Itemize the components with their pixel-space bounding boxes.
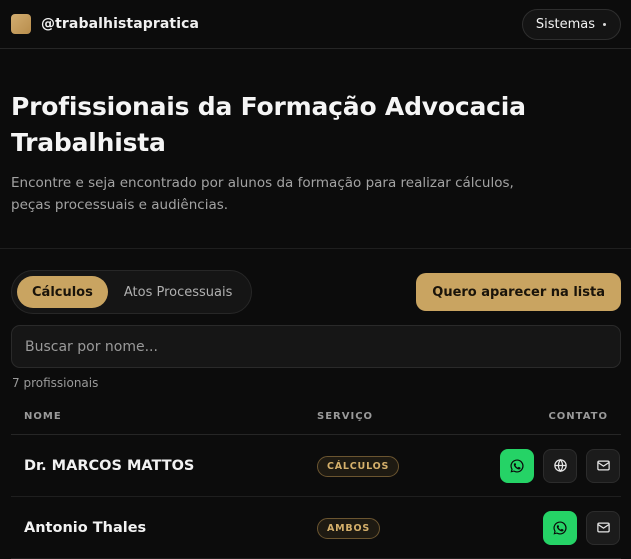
- page-title: Profissionais da Formação Advocacia Trab…: [11, 92, 526, 157]
- mail-icon: [596, 522, 610, 533]
- email-button[interactable]: [586, 448, 620, 483]
- join-list-button[interactable]: Quero aparecer na lista: [416, 273, 621, 311]
- brand-handle: @trabalhistapratica: [41, 16, 200, 32]
- dot-icon: [603, 22, 606, 26]
- results-count: 7 profissionais: [12, 376, 99, 390]
- systems-label: Sistemas: [535, 16, 595, 32]
- professional-name: Antonio Thales: [24, 519, 147, 536]
- table-row: Dr. MARCOS MATTOS CÁLCULOS: [11, 435, 621, 497]
- email-button[interactable]: [586, 510, 620, 545]
- search-input[interactable]: [11, 325, 621, 368]
- column-header-contact: CONTATO: [548, 411, 608, 422]
- mail-icon: [596, 460, 610, 471]
- professionals-table: NOME SERVIÇO CONTATO Dr. MARCOS MATTOS C…: [11, 399, 621, 559]
- column-header-name: NOME: [24, 411, 62, 422]
- systems-menu-button[interactable]: Sistemas: [521, 8, 621, 40]
- whatsapp-button[interactable]: [543, 510, 577, 545]
- column-header-service: SERVIÇO: [317, 411, 374, 422]
- whatsapp-icon: [510, 458, 524, 473]
- table-row: Antonio Thales AMBOS: [11, 497, 621, 559]
- globe-icon: [553, 458, 567, 473]
- tab-calculos[interactable]: Cálculos: [17, 276, 108, 308]
- page-subtitle: Encontre e seja encontrado por alunos da…: [11, 175, 514, 213]
- logo-icon: [11, 14, 31, 34]
- contact-actions: [491, 510, 621, 545]
- hero-section: Profissionais da Formação Advocacia Trab…: [0, 49, 631, 249]
- website-button[interactable]: [543, 448, 577, 483]
- whatsapp-icon: [553, 520, 567, 535]
- controls-bar: Cálculos Atos Processuais Quero aparecer…: [11, 270, 621, 314]
- whatsapp-button[interactable]: [500, 448, 534, 483]
- service-badge: CÁLCULOS: [317, 456, 400, 477]
- contact-actions: [491, 448, 621, 483]
- brand[interactable]: @trabalhistapratica: [11, 14, 199, 34]
- table-header: NOME SERVIÇO CONTATO: [11, 399, 621, 435]
- tab-atos-processuais[interactable]: Atos Processuais: [110, 276, 247, 308]
- service-tabs: Cálculos Atos Processuais: [11, 270, 253, 314]
- top-bar: @trabalhistapratica Sistemas: [0, 0, 631, 49]
- service-badge: AMBOS: [317, 518, 380, 539]
- professional-name: Dr. MARCOS MATTOS: [24, 457, 195, 474]
